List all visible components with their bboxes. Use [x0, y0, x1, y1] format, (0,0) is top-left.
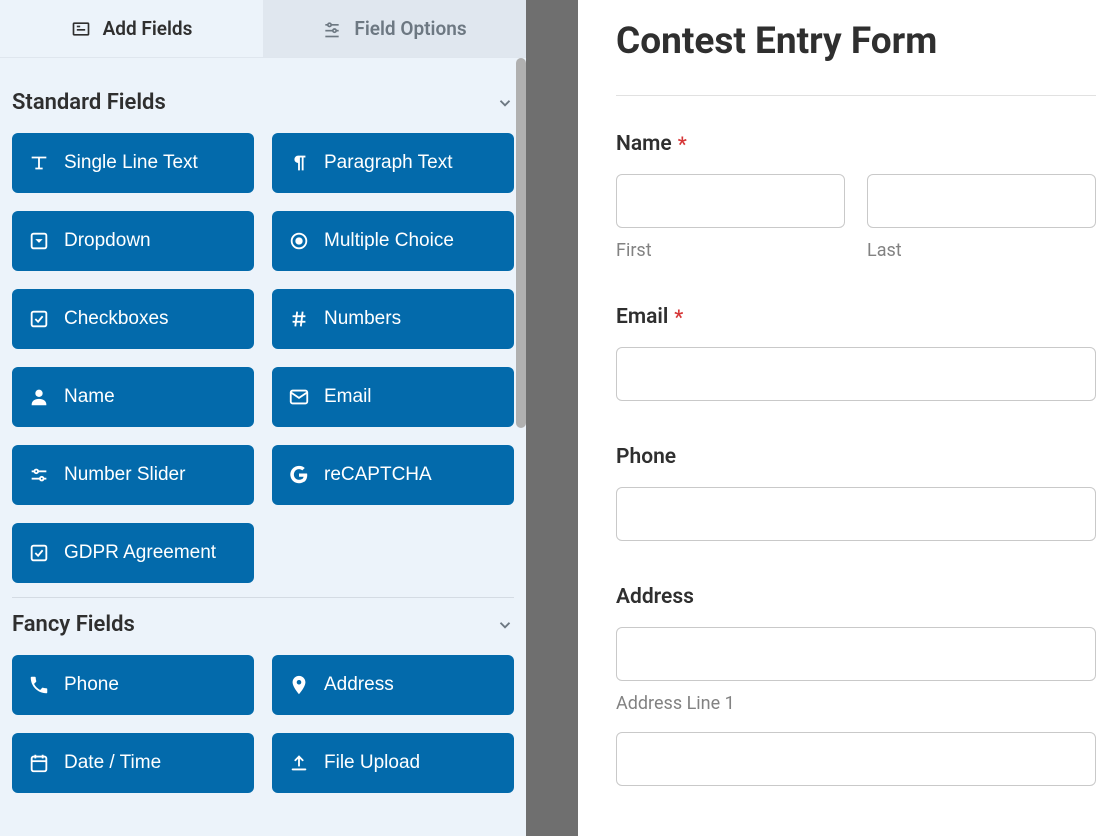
envelope-icon — [288, 386, 310, 408]
required-asterisk: * — [674, 305, 683, 329]
label-text: Phone — [616, 445, 676, 469]
section-title: Standard Fields — [12, 90, 166, 115]
first-sublabel: First — [616, 240, 845, 261]
form-title: Contest Entry Form — [616, 20, 1096, 63]
tab-add-fields-label: Add Fields — [103, 17, 193, 40]
field-checkboxes[interactable]: Checkboxes — [12, 289, 254, 349]
field-numbers[interactable]: Numbers — [272, 289, 514, 349]
name-label: Name * — [616, 132, 1096, 156]
form-field-name: Name * First Last — [616, 132, 1096, 261]
form-field-email: Email * — [616, 305, 1096, 401]
field-label: Phone — [64, 674, 119, 696]
field-file-upload[interactable]: File Upload — [272, 733, 514, 793]
field-label: Single Line Text — [64, 152, 198, 174]
required-asterisk: * — [678, 132, 687, 156]
scrollbar[interactable] — [516, 58, 526, 428]
tabs: Add Fields Field Options — [0, 0, 526, 58]
divider-column — [526, 0, 578, 836]
panel-body: Standard Fields Single Line Text Paragra… — [0, 58, 526, 836]
phone-label: Phone — [616, 445, 1096, 469]
checkbox-icon — [28, 308, 50, 330]
paragraph-icon — [288, 152, 310, 174]
field-dropdown[interactable]: Dropdown — [12, 211, 254, 271]
phone-icon — [28, 674, 50, 696]
form-field-address: Address Address Line 1 — [616, 585, 1096, 786]
field-gdpr-agreement[interactable]: GDPR Agreement — [12, 523, 254, 583]
fancy-fields-grid: Phone Address Date / Time File Upload — [12, 651, 514, 793]
chevron-down-icon — [496, 94, 514, 112]
tab-add-fields[interactable]: Add Fields — [0, 0, 263, 57]
user-icon — [28, 386, 50, 408]
address-line2-input[interactable] — [616, 732, 1096, 786]
last-sublabel: Last — [867, 240, 1096, 261]
calendar-icon — [28, 752, 50, 774]
field-label: Date / Time — [64, 752, 161, 774]
address-label: Address — [616, 585, 1096, 609]
field-name[interactable]: Name — [12, 367, 254, 427]
standard-fields-grid: Single Line Text Paragraph Text Dropdown… — [12, 129, 514, 583]
add-fields-icon — [71, 19, 91, 39]
field-label: GDPR Agreement — [64, 542, 216, 564]
dropdown-icon — [28, 230, 50, 252]
text-icon — [28, 152, 50, 174]
google-icon — [288, 464, 310, 486]
first-name-input[interactable] — [616, 174, 845, 228]
field-paragraph-text[interactable]: Paragraph Text — [272, 133, 514, 193]
field-options-icon — [322, 19, 342, 39]
section-title: Fancy Fields — [12, 612, 135, 637]
field-label: Number Slider — [64, 464, 185, 486]
field-email[interactable]: Email — [272, 367, 514, 427]
title-divider — [616, 95, 1096, 96]
field-number-slider[interactable]: Number Slider — [12, 445, 254, 505]
label-text: Name — [616, 132, 672, 156]
chevron-down-icon — [496, 616, 514, 634]
tab-field-options-label: Field Options — [354, 17, 466, 40]
field-label: Name — [64, 386, 115, 408]
checkbox-icon — [28, 542, 50, 564]
field-label: Dropdown — [64, 230, 151, 252]
email-label: Email * — [616, 305, 1096, 329]
label-text: Address — [616, 585, 694, 609]
field-label: Numbers — [324, 308, 401, 330]
field-date-time[interactable]: Date / Time — [12, 733, 254, 793]
field-phone[interactable]: Phone — [12, 655, 254, 715]
field-label: Multiple Choice — [324, 230, 454, 252]
form-field-phone: Phone — [616, 445, 1096, 541]
email-input[interactable] — [616, 347, 1096, 401]
last-name-input[interactable] — [867, 174, 1096, 228]
radio-icon — [288, 230, 310, 252]
field-label: Paragraph Text — [324, 152, 453, 174]
field-single-line-text[interactable]: Single Line Text — [12, 133, 254, 193]
hash-icon — [288, 308, 310, 330]
sliders-icon — [28, 464, 50, 486]
field-label: reCAPTCHA — [324, 464, 432, 486]
field-recaptcha[interactable]: reCAPTCHA — [272, 445, 514, 505]
form-preview: Contest Entry Form Name * First Last Ema… — [578, 0, 1116, 836]
field-label: Checkboxes — [64, 308, 169, 330]
field-label: File Upload — [324, 752, 420, 774]
upload-icon — [288, 752, 310, 774]
section-standard-fields-header[interactable]: Standard Fields — [12, 76, 514, 129]
field-label: Email — [324, 386, 372, 408]
address-line1-sublabel: Address Line 1 — [616, 693, 1096, 714]
map-pin-icon — [288, 674, 310, 696]
section-fancy-fields-header[interactable]: Fancy Fields — [12, 598, 514, 651]
field-label: Address — [324, 674, 394, 696]
tab-field-options[interactable]: Field Options — [263, 0, 526, 57]
label-text: Email — [616, 305, 668, 329]
phone-input[interactable] — [616, 487, 1096, 541]
address-line1-input[interactable] — [616, 627, 1096, 681]
field-address[interactable]: Address — [272, 655, 514, 715]
left-panel: Add Fields Field Options Standard Fields… — [0, 0, 526, 836]
field-multiple-choice[interactable]: Multiple Choice — [272, 211, 514, 271]
